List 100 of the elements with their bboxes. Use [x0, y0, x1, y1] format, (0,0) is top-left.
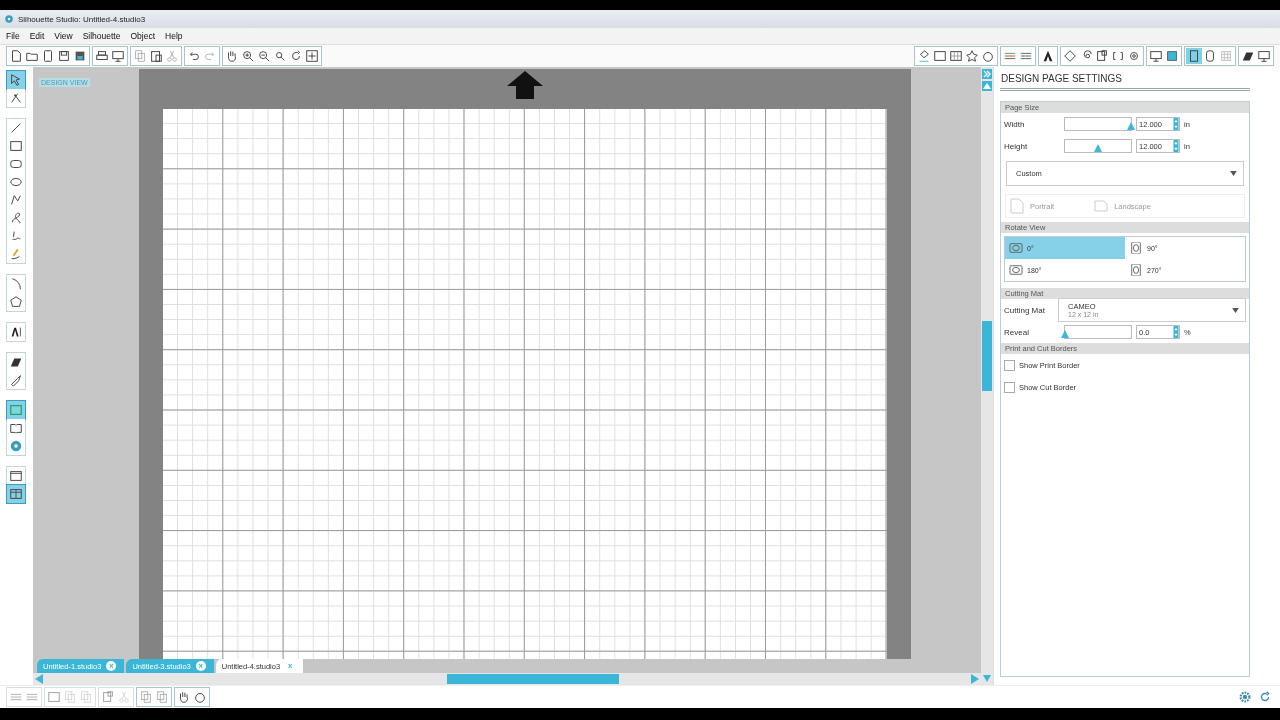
field-label: Width [1004, 119, 1026, 129]
vertical-scrollbar[interactable] [981, 67, 993, 685]
copy-icon [155, 690, 169, 704]
freehand-icon [9, 229, 23, 243]
copy-icon [79, 690, 93, 704]
field-label: Height [1004, 141, 1029, 151]
field-label: Cutting Mat [1004, 305, 1046, 315]
scroll-left-icon [35, 674, 43, 684]
dropdown-caret-icon [1232, 307, 1239, 313]
menu-item[interactable]: File [6, 31, 20, 41]
gear-icon [1238, 690, 1252, 704]
bucket-icon [917, 49, 931, 63]
square-icon [9, 139, 23, 153]
zoom-icon [273, 49, 287, 63]
page-icon [1094, 198, 1109, 214]
window-title: Silhouette Studio: Untitled-4.studio3 [18, 14, 146, 24]
clipboard-icon [149, 49, 163, 63]
curve-icon [9, 211, 23, 225]
horizontal-scrollbar[interactable] [33, 673, 981, 685]
menu-item[interactable]: Object [130, 31, 156, 41]
rotated-page-icon [1009, 264, 1023, 276]
hand-icon [177, 690, 191, 704]
grid-icon [1219, 49, 1233, 63]
menu-item[interactable]: Edit [29, 31, 45, 41]
monitor-icon [111, 49, 125, 63]
gear-icon [1127, 49, 1141, 63]
scroll-thumb[interactable] [447, 674, 619, 684]
toolbar-button[interactable] [240, 48, 256, 64]
disc-icon [9, 439, 23, 453]
scroll-thumb[interactable] [982, 321, 992, 391]
menu-item[interactable]: Silhouette [82, 31, 121, 41]
spin-arrows-icon [1173, 118, 1179, 130]
copy-icon [133, 49, 147, 63]
rounded-square-icon [9, 157, 23, 171]
rotated-page-icon [1009, 242, 1023, 254]
tool-button[interactable] [7, 419, 25, 437]
grid-icon [949, 49, 963, 63]
slider-thumb[interactable] [1061, 330, 1069, 338]
toolbar-button[interactable] [110, 48, 126, 64]
panel-title: DESIGN PAGE SETTINGS [1000, 71, 1250, 91]
menu-item[interactable]: View [54, 31, 73, 41]
document-icon [9, 49, 23, 63]
spin-arrows-icon [1173, 140, 1179, 152]
toolbar-button[interactable] [56, 48, 72, 64]
rotated-page-icon [1129, 242, 1143, 254]
undo-icon [187, 49, 201, 63]
monitor-icon [1257, 49, 1271, 63]
dropdown-caret-icon [1230, 171, 1237, 176]
scissors-icon [165, 49, 179, 63]
square-icon [47, 690, 61, 704]
toolbar-button[interactable] [964, 48, 980, 64]
card-icon [41, 49, 55, 63]
page-icon [1203, 49, 1217, 63]
knife-icon [9, 373, 23, 387]
frame-icon [1095, 49, 1109, 63]
hand-icon [225, 49, 239, 63]
rotated-page-icon [1129, 264, 1143, 276]
toolbar-button[interactable] [948, 48, 964, 64]
scissors-icon [117, 690, 131, 704]
slider[interactable] [1064, 139, 1132, 153]
slider-thumb[interactable] [1094, 144, 1102, 152]
diamond-icon [1063, 49, 1077, 63]
book-icon [9, 421, 23, 435]
app-logo-icon [4, 14, 14, 24]
star-icon [965, 49, 979, 63]
frame-icon [101, 690, 115, 704]
circle-icon [981, 49, 995, 63]
refresh-icon [1258, 690, 1272, 704]
toolbar-button[interactable] [256, 48, 272, 64]
slider-thumb[interactable] [1127, 122, 1135, 130]
square-icon [1165, 49, 1179, 63]
toolbar-button[interactable] [1256, 48, 1272, 64]
ellipse-icon [9, 175, 23, 189]
page-icon [1010, 198, 1024, 214]
pen-icon [9, 193, 23, 207]
crosshair-icon [305, 49, 319, 63]
slider[interactable] [1064, 325, 1132, 339]
columns-icon [9, 487, 23, 501]
copy-icon [139, 690, 153, 704]
menu-item[interactable]: Help [165, 31, 183, 41]
square-icon [933, 49, 947, 63]
printer-icon [95, 49, 109, 63]
zoom-out-icon [257, 49, 271, 63]
zoom-in-icon [241, 49, 255, 63]
redo-icon [203, 49, 217, 63]
rotate-icon [289, 49, 303, 63]
slider[interactable] [1064, 117, 1132, 131]
toolbar-button[interactable] [1094, 48, 1110, 64]
toolbar-button[interactable] [148, 48, 164, 64]
brackets-icon [1111, 49, 1125, 63]
line-icon [9, 121, 23, 135]
checkbox[interactable] [1004, 359, 1015, 371]
toolbar-button[interactable] [1148, 48, 1164, 64]
scroll-down-icon [982, 673, 992, 683]
checkbox[interactable] [1004, 381, 1015, 393]
field-label: Reveal [1004, 327, 1030, 337]
toolbar-button[interactable] [932, 48, 948, 64]
pentagon-icon [9, 295, 23, 309]
spin-arrows-icon [1173, 326, 1179, 338]
scroll-right-icon [971, 674, 979, 684]
